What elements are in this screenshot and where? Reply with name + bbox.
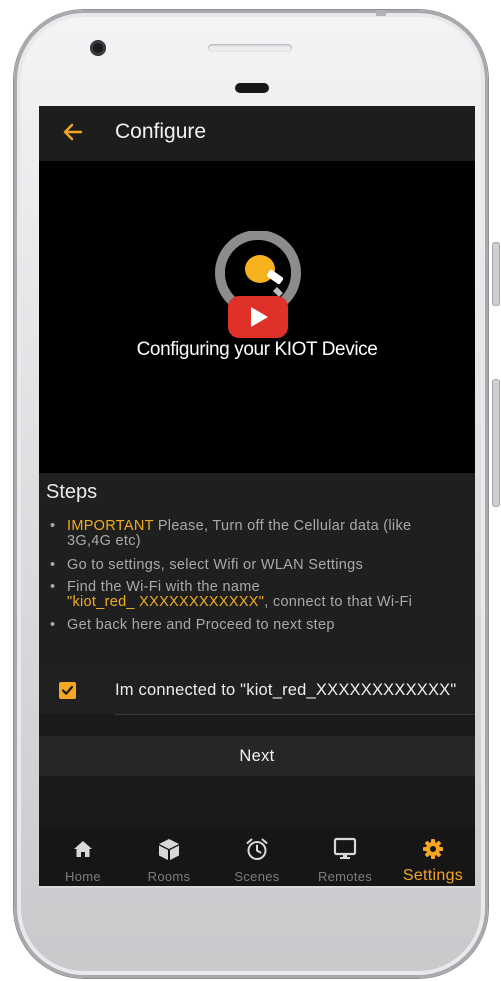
nav-item-home[interactable]: Home <box>39 828 127 886</box>
step-text: IMPORTANT Please, Turn off the Cellular … <box>67 519 472 549</box>
power-button <box>493 380 499 506</box>
cube-icon <box>156 836 182 862</box>
home-icon <box>70 836 96 862</box>
nav-label: Remotes <box>317 869 373 884</box>
steps-heading: Steps <box>46 481 98 503</box>
page-title: Configure <box>115 120 207 143</box>
connected-checkbox-row[interactable]: Im connected to "kiot_red_XXXXXXXXXXXX" <box>39 668 475 714</box>
connected-checkbox-label[interactable]: Im connected to "kiot_red_XXXXXXXXXXXX" <box>115 681 456 700</box>
bottom-nav: Home Rooms Scenes Remotes Settings <box>39 828 475 886</box>
wifi-name-highlight: "kiot_red_ XXXXXXXXXXXX" <box>67 594 265 610</box>
proximity-sensor <box>235 83 269 93</box>
phone-top-button <box>376 10 386 16</box>
bullet: • <box>50 557 56 573</box>
nav-label: Rooms <box>147 869 191 884</box>
app-screen: Configure Configuring your KIOT Device S… <box>39 106 475 886</box>
connected-checkbox[interactable] <box>59 682 76 699</box>
video-title: Configuring your KIOT Device <box>136 339 378 360</box>
earpiece-speaker <box>208 44 292 52</box>
screen-bottom-edge <box>39 886 475 888</box>
monitor-icon <box>332 836 358 862</box>
checkmark-icon <box>61 685 74 695</box>
nav-label: Home <box>65 869 101 884</box>
step-text: Go to settings, select Wifi or WLAN Sett… <box>67 557 364 573</box>
nav-label: Scenes <box>234 869 280 884</box>
step-text-line: 3G,4G etc) <box>67 533 141 549</box>
step-text: Find the Wi-Fi with the name "kiot_red_ X… <box>67 580 472 610</box>
nav-item-remotes[interactable]: Remotes <box>301 828 389 886</box>
step-text-line: Find the Wi-Fi with the name <box>67 579 260 595</box>
app-bar: Configure <box>39 106 475 161</box>
arrow-left-icon[interactable] <box>61 120 85 144</box>
nav-item-rooms[interactable]: Rooms <box>125 828 213 886</box>
tutorial-video[interactable]: Configuring your KIOT Device <box>39 161 475 473</box>
alarm-clock-icon <box>244 836 270 862</box>
nav-item-scenes[interactable]: Scenes <box>213 828 301 886</box>
volume-button <box>493 243 499 305</box>
step-text-line: , connect to that Wi-Fi <box>264 594 413 610</box>
step-text: Get back here and Proceed to next step <box>67 617 335 633</box>
important-label: IMPORTANT <box>67 518 154 534</box>
steps-section: Steps • IMPORTANT Please, Turn off the C… <box>39 473 475 673</box>
bullet: • <box>50 518 56 534</box>
nav-item-settings[interactable]: Settings <box>389 828 475 886</box>
divider <box>115 714 475 715</box>
bullet: • <box>50 617 56 633</box>
nav-label: Settings <box>402 867 464 884</box>
bullet: • <box>50 579 56 595</box>
gear-icon <box>420 836 446 862</box>
youtube-play-icon[interactable] <box>228 296 288 338</box>
front-camera <box>90 40 106 56</box>
next-button[interactable]: Next <box>39 736 475 776</box>
phone-frame: Configure Configuring your KIOT Device S… <box>0 0 501 981</box>
step-text-line: Please, Turn off the Cellular data (like <box>153 518 412 534</box>
